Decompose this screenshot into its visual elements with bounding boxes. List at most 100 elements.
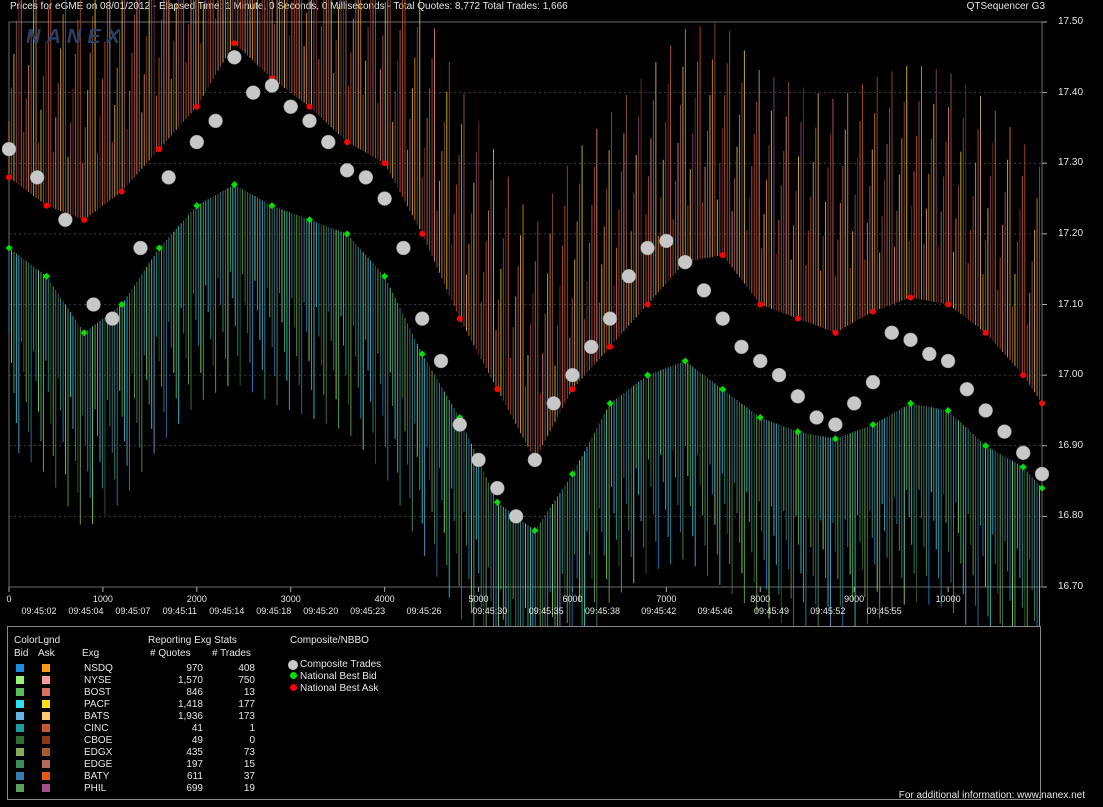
composite-trade-point — [884, 325, 899, 340]
trade-count: 19 — [243, 783, 255, 794]
x-tick-label: 4000 — [374, 594, 395, 604]
trade-count: 0 — [249, 735, 255, 746]
nbo-point — [832, 329, 839, 336]
bid-color-swatch — [16, 676, 24, 684]
composite-trade-point — [414, 311, 430, 326]
nbo-point — [794, 315, 801, 322]
composite-trade-point — [227, 50, 242, 65]
nbo-point — [344, 139, 351, 146]
nbo-point — [456, 315, 463, 322]
legend-bid-header: Bid — [14, 648, 29, 659]
composite-trade-point — [377, 191, 392, 206]
bid-color-swatch — [16, 712, 24, 720]
nbo-point — [193, 103, 200, 110]
composite-trade-point — [321, 134, 336, 150]
composite-trade-point — [452, 417, 468, 432]
trade-count: 73 — [243, 747, 255, 758]
nbo-point — [81, 216, 88, 223]
bid-color-swatch — [16, 736, 24, 744]
x-tick-label: 5000 — [468, 594, 489, 604]
legend-color-title: ColorLgnd — [14, 635, 61, 646]
time-tick-label: 09:45:04 — [68, 606, 104, 616]
quote-count: 435 — [186, 747, 203, 758]
nbb-point — [381, 272, 389, 280]
nbo-marker — [290, 684, 297, 691]
y-tick-label: 17.20 — [1058, 227, 1084, 239]
composite-trade-point — [959, 382, 975, 397]
nbb-point — [644, 371, 652, 379]
x-tick-label: 2000 — [186, 594, 207, 604]
composite-trade-point — [997, 424, 1012, 439]
bid-color-swatch — [16, 784, 24, 792]
time-tick-label: 09:45:07 — [115, 606, 151, 616]
x-tick-label: 0 — [6, 594, 12, 604]
quote-count: 49 — [191, 735, 203, 746]
composite-trade-point — [677, 254, 693, 270]
composite-trade-point — [527, 452, 543, 468]
nbo-point — [757, 301, 764, 308]
nbbo-item-label: National Best Bid — [300, 671, 377, 682]
time-tick-label: 09:45:55 — [866, 606, 902, 616]
ask-color-swatch — [42, 664, 50, 672]
price-chart — [1, 0, 1050, 626]
composite-trade-point — [490, 480, 505, 496]
y-tick-label: 16.70 — [1058, 581, 1084, 592]
trade-count: 1 — [249, 723, 255, 734]
footer-info: For additional information: www.nanex.ne… — [898, 790, 1085, 801]
nbb-point — [493, 498, 501, 506]
composite-trade-point — [358, 170, 374, 185]
nbo-point — [719, 252, 726, 259]
ask-color-swatch — [42, 700, 50, 708]
y-tick-label: 17.40 — [1058, 86, 1084, 98]
nbb-point — [80, 329, 88, 337]
time-tick-label: 09:45:14 — [209, 606, 245, 616]
nbb-point — [756, 414, 764, 421]
time-tick-label: 09:45:52 — [810, 606, 846, 616]
composite-trade-point — [940, 353, 956, 369]
composite-trade-point — [29, 170, 45, 185]
nbo-point — [6, 174, 12, 181]
time-tick-label: 09:45:46 — [697, 606, 733, 616]
composite-trade-point — [922, 346, 937, 362]
composite-trade-point — [245, 85, 261, 100]
composite-trade-point — [58, 212, 73, 227]
x-tick-label: 6000 — [562, 594, 583, 604]
legend-trades-header: # Trades — [212, 648, 251, 659]
nbo-point — [982, 329, 989, 336]
x-tick-label: 9000 — [844, 594, 865, 604]
exg-name: PHIL — [84, 783, 107, 794]
x-tick-label: 8000 — [750, 594, 771, 604]
exg-name: EDGE — [84, 759, 113, 770]
composite-trade-point — [339, 163, 355, 178]
composite-trade-point — [978, 403, 993, 418]
exg-name: BATY — [84, 771, 110, 782]
nbo-point — [907, 294, 914, 301]
ask-color-swatch — [42, 712, 50, 720]
exg-name: BOST — [84, 687, 112, 698]
composite-trade-point — [546, 396, 561, 411]
legend-panel: ColorLgnd Bid Ask Reporting Exg Stats Ex… — [7, 626, 1041, 800]
bid-color-swatch — [16, 700, 24, 708]
trade-count: 408 — [238, 663, 255, 674]
nbb-point — [1019, 463, 1027, 471]
composite-trade-point — [640, 240, 655, 256]
nbo-point — [569, 386, 576, 393]
composite-trade-point — [208, 113, 223, 129]
time-tick-label: 09:45:23 — [350, 606, 386, 616]
time-tick-label: 09:45:30 — [472, 606, 508, 616]
bid-color-swatch — [16, 664, 24, 672]
composite-trade-point — [715, 311, 730, 326]
nbb-point — [907, 399, 915, 407]
time-tick-label: 09:45:42 — [641, 606, 677, 616]
composite-trade-point — [133, 240, 148, 256]
trade-count: 750 — [238, 675, 255, 686]
nbo-point — [118, 188, 125, 195]
trade-count: 13 — [243, 687, 255, 698]
composite-trade-point — [396, 240, 411, 256]
nbo-point — [607, 343, 614, 350]
x-tick-label: 3000 — [280, 594, 301, 604]
composite-trade-point — [809, 410, 824, 425]
y-tick-label: 17.50 — [1058, 16, 1084, 27]
ask-color-swatch — [42, 736, 50, 744]
composite-trade-point — [283, 99, 298, 114]
